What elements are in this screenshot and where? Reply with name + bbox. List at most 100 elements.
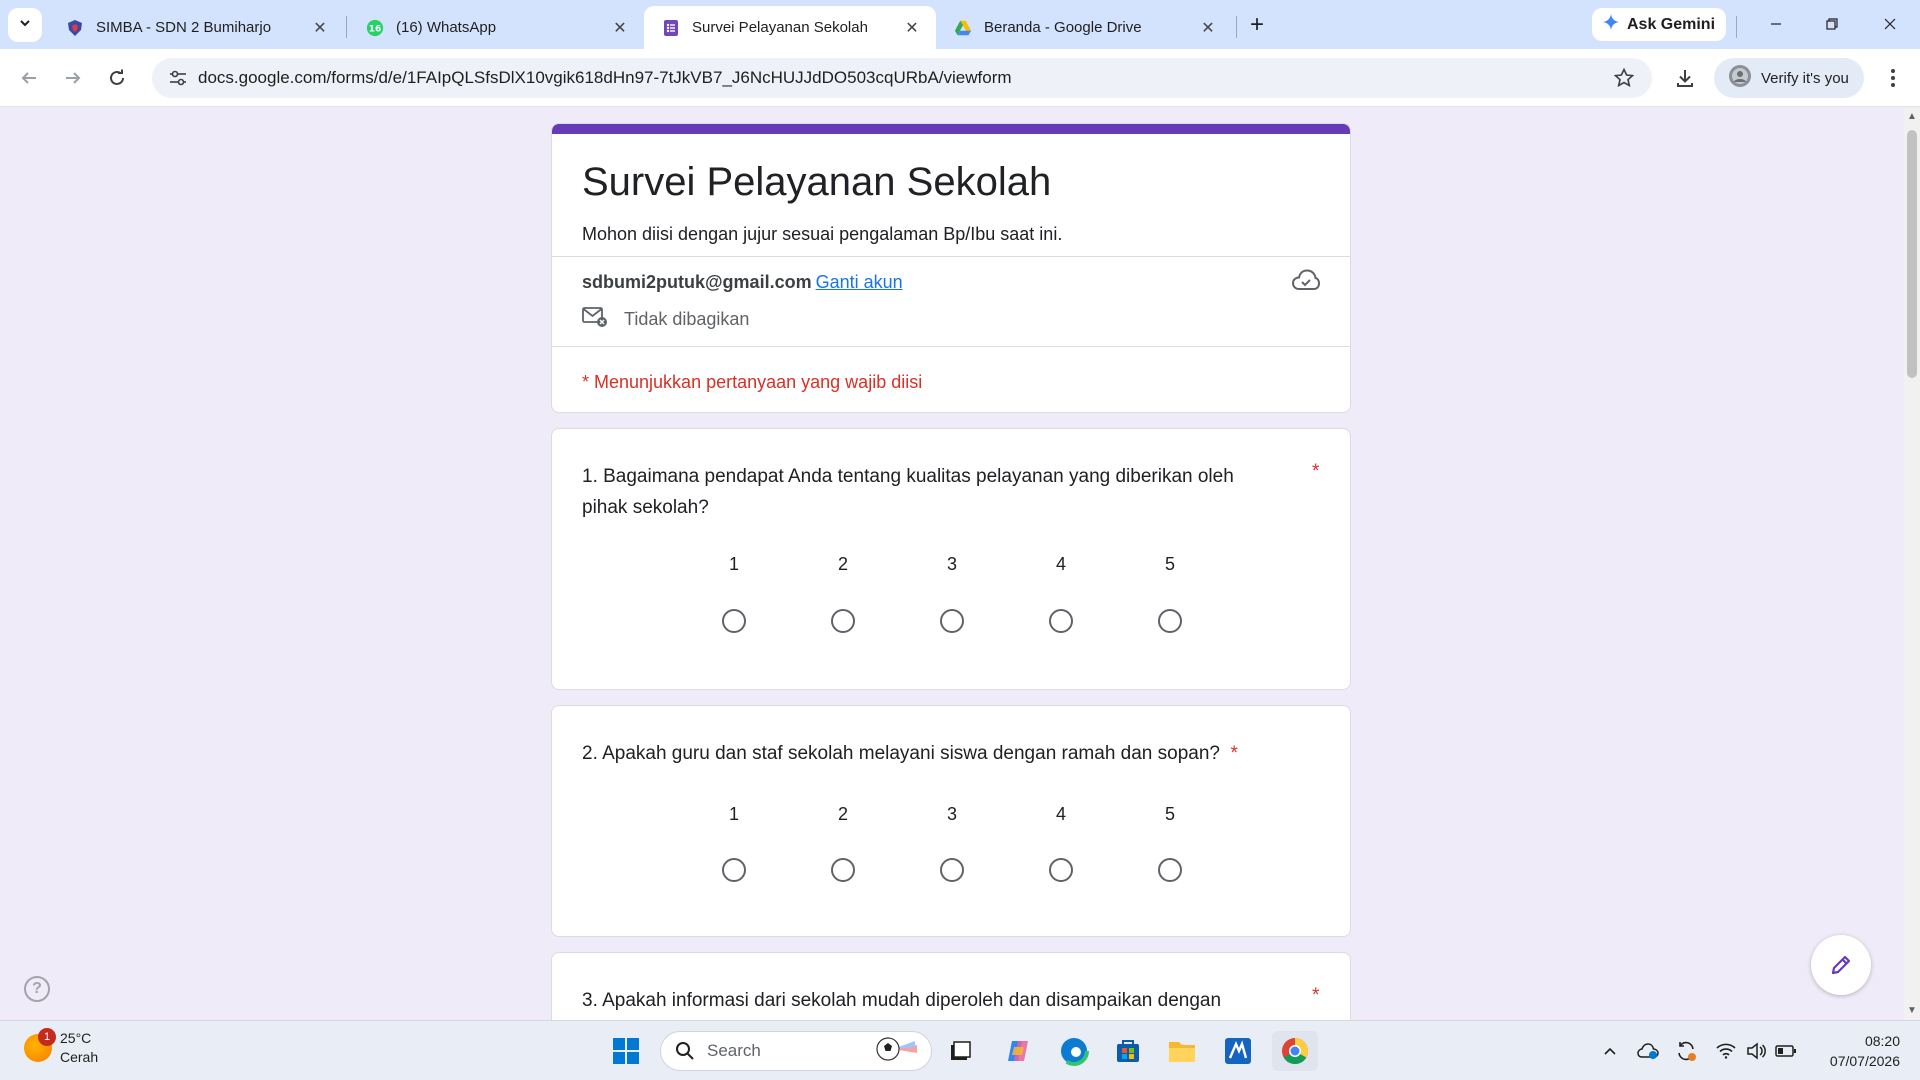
- tab-separator: [1236, 16, 1237, 38]
- bookmark-star-icon[interactable]: [1604, 68, 1644, 88]
- url-text[interactable]: docs.google.com/forms/d/e/1FAIpQLSfsDlX1…: [198, 68, 1604, 88]
- scroll-down-arrow-icon[interactable]: ▼: [1907, 1006, 1917, 1016]
- onedrive-tray-icon[interactable]: [1636, 1039, 1660, 1063]
- chrome-icon: [1282, 1038, 1309, 1065]
- weather-widget[interactable]: 1 25°C Cerah: [24, 1028, 99, 1067]
- ask-gemini-button[interactable]: Ask Gemini: [1592, 8, 1726, 41]
- google-drive-icon: [954, 19, 972, 37]
- show-hidden-icons-button[interactable]: [1598, 1039, 1622, 1063]
- app-button[interactable]: [1218, 1031, 1258, 1071]
- forward-button[interactable]: [56, 61, 90, 95]
- sync-tray-icon[interactable]: [1674, 1039, 1698, 1063]
- profile-avatar-icon: [1728, 64, 1752, 92]
- reload-button[interactable]: [100, 61, 134, 95]
- tab-survei[interactable]: Survei Pelayanan Sekolah ✕: [644, 6, 936, 49]
- task-view-icon: [951, 1041, 971, 1060]
- close-tab-icon[interactable]: ✕: [1198, 18, 1218, 38]
- browser-menu-button[interactable]: [1878, 61, 1908, 95]
- microsoft-store-button[interactable]: [1108, 1031, 1148, 1071]
- chrome-button[interactable]: [1272, 1031, 1318, 1071]
- required-mark: *: [1312, 985, 1320, 1006]
- restore-icon: [1826, 18, 1838, 30]
- wifi-icon[interactable]: [1714, 1039, 1738, 1063]
- account-email: sdbumi2putuk@gmail.com: [582, 272, 812, 292]
- scale-label-4: 4: [1055, 554, 1066, 574]
- volume-icon[interactable]: [1744, 1039, 1768, 1063]
- radio-option-5[interactable]: [1158, 609, 1182, 633]
- divider: [552, 256, 1350, 257]
- divider: [552, 346, 1350, 347]
- tab-separator: [346, 16, 347, 38]
- sun-weather-icon: 1: [24, 1028, 56, 1062]
- close-tab-icon[interactable]: ✕: [310, 18, 330, 38]
- arrow-left-icon: [21, 72, 36, 84]
- tab-whatsapp[interactable]: 16 (16) WhatsApp ✕: [348, 6, 644, 49]
- tab-title: SIMBA - SDN 2 Bumiharjo: [96, 19, 272, 36]
- scrollbar-thumb[interactable]: [1907, 130, 1917, 378]
- account-info: sdbumi2putuk@gmail.com Ganti akun: [582, 272, 903, 293]
- radio-option-5[interactable]: [1158, 858, 1182, 882]
- scale-label-4: 4: [1055, 804, 1066, 824]
- edge-button[interactable]: [1054, 1031, 1094, 1071]
- tab-title: Beranda - Google Drive: [984, 19, 1142, 36]
- google-forms-icon: [662, 19, 680, 37]
- edit-button[interactable]: [1811, 935, 1871, 995]
- close-tab-icon[interactable]: ✕: [610, 18, 630, 38]
- taskbar-search[interactable]: Search: [660, 1031, 932, 1071]
- search-label: Search: [707, 1041, 761, 1060]
- shield-favicon-icon: [66, 19, 84, 37]
- question-card-1: 1. Bagaimana pendapat Anda tentang kuali…: [551, 428, 1351, 690]
- form-page: Survei Pelayanan Sekolah Mohon diisi den…: [0, 108, 1904, 1020]
- whatsapp-badge-count: 16: [369, 24, 382, 34]
- radio-option-4[interactable]: [1049, 609, 1073, 633]
- site-settings-icon[interactable]: [158, 70, 198, 86]
- tab-simba[interactable]: SIMBA - SDN 2 Bumiharjo ✕: [48, 6, 344, 49]
- copilot-icon: [1008, 1041, 1028, 1061]
- taskbar: 1 25°C Cerah Search 08:20 07/07/2026: [0, 1020, 1920, 1080]
- downloads-button[interactable]: [1668, 61, 1702, 95]
- radio-option-1[interactable]: [722, 609, 746, 633]
- weather-badge: 1: [38, 1028, 56, 1046]
- cloud-save-icon: [1290, 264, 1322, 296]
- radio-option-2[interactable]: [831, 858, 855, 882]
- battery-icon[interactable]: [1774, 1039, 1798, 1063]
- file-explorer-button[interactable]: [1162, 1031, 1202, 1071]
- tab-google-drive[interactable]: Beranda - Google Drive ✕: [936, 6, 1232, 49]
- close-tab-icon[interactable]: ✕: [902, 18, 922, 38]
- tab-search-button[interactable]: [8, 8, 42, 42]
- question-card-2: 2. Apakah guru dan staf sekolah melayani…: [551, 705, 1351, 937]
- radio-option-2[interactable]: [831, 609, 855, 633]
- back-button[interactable]: [12, 61, 46, 95]
- radio-option-3[interactable]: [940, 609, 964, 633]
- minimize-button[interactable]: [1756, 6, 1796, 42]
- temperature: 25°C: [60, 1030, 92, 1046]
- close-window-button[interactable]: [1870, 6, 1910, 42]
- required-mark: *: [1230, 743, 1238, 764]
- radio-option-4[interactable]: [1049, 858, 1073, 882]
- start-button[interactable]: [606, 1031, 646, 1071]
- radio-option-3[interactable]: [940, 858, 964, 882]
- required-mark: *: [1312, 461, 1320, 482]
- scroll-up-arrow-icon[interactable]: ▲: [1907, 112, 1917, 122]
- page-scrollbar[interactable]: ▲ ▼: [1904, 108, 1920, 1020]
- mail-not-shared-icon: [582, 306, 608, 333]
- new-tab-button[interactable]: +: [1240, 10, 1274, 40]
- radio-option-1[interactable]: [722, 858, 746, 882]
- whatsapp-icon: 16: [366, 19, 384, 37]
- download-icon: [1677, 70, 1693, 87]
- soccer-ball-icon: [875, 1035, 919, 1068]
- help-button[interactable]: ?: [24, 976, 50, 1002]
- verify-profile-button[interactable]: Verify it's you: [1714, 58, 1864, 98]
- restore-button[interactable]: [1812, 6, 1852, 42]
- more-vertical-icon: [1891, 69, 1895, 87]
- weather-condition: Cerah: [60, 1049, 99, 1065]
- task-view-button[interactable]: [940, 1031, 980, 1071]
- scale-label-5: 5: [1164, 554, 1175, 574]
- copilot-button[interactable]: [998, 1031, 1038, 1071]
- address-bar[interactable]: docs.google.com/forms/d/e/1FAIpQLSfsDlX1…: [152, 58, 1652, 98]
- switch-account-link[interactable]: Ganti akun: [816, 272, 903, 292]
- not-shared-info: Tidak dibagikan: [582, 306, 749, 333]
- system-clock[interactable]: 08:20 07/07/2026: [1810, 1031, 1900, 1071]
- scale-label-1: 1: [728, 554, 739, 574]
- scale-label-3: 3: [946, 804, 957, 824]
